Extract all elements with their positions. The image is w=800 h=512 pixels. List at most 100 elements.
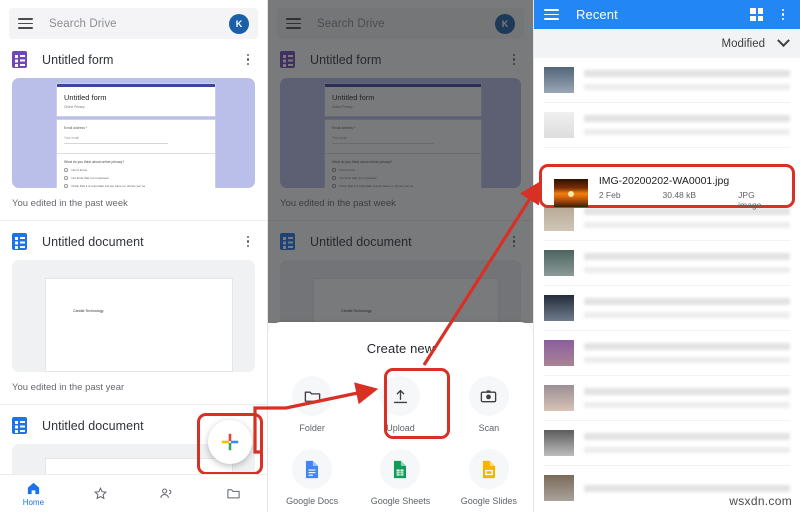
file-meta <box>584 298 790 318</box>
google-docs-icon <box>306 460 319 478</box>
form-email-label: Email address * <box>64 126 88 130</box>
sort-bar[interactable]: Modified <box>534 29 800 58</box>
create-new-bottom-sheet: Create new Folder Upload Scan Google Doc… <box>268 322 533 512</box>
file-thumbnail <box>544 430 574 456</box>
file-meta: IMG-20200202-WA0001.jpg 2 Feb 30.48 kB J… <box>599 175 780 210</box>
file-title: Untitled form <box>42 52 114 67</box>
form-option: I do think that it is important <box>64 176 208 180</box>
file-title: Untitled document <box>42 234 144 249</box>
action-google-docs[interactable]: Google Docs <box>268 443 356 512</box>
panel-file-picker-recent: Recent Modified IMG-20200202-WA0001.jpg … <box>534 0 800 512</box>
radio-icon <box>64 168 68 172</box>
sheet-title: Create new <box>366 341 435 356</box>
file-size: 30.48 kB <box>662 190 697 200</box>
folder-icon <box>304 390 320 402</box>
file-thumbnail <box>544 475 574 501</box>
file-head-form[interactable]: Untitled form <box>0 39 267 78</box>
plus-icon <box>221 433 239 451</box>
file-thumbnail <box>544 340 574 366</box>
radio-icon <box>64 176 68 180</box>
form-thumbnail[interactable]: Untitled form Online Privacy Email addre… <box>12 78 255 188</box>
list-item[interactable] <box>534 58 800 102</box>
google-slides-icon <box>482 460 495 478</box>
more-vert-icon[interactable] <box>241 234 255 250</box>
bottom-navigation: Home <box>0 474 267 512</box>
app-bar: Recent <box>534 0 800 29</box>
doc-thumbnail[interactable]: Candid Technology <box>12 260 255 372</box>
form-option: I don't know <box>64 168 208 172</box>
form-card-email: Email address * Your email <box>57 120 215 153</box>
action-label: Folder <box>299 423 325 433</box>
search-bar[interactable]: Search Drive K <box>9 8 258 39</box>
action-google-slides[interactable]: Google Slides <box>445 443 533 512</box>
file-meta <box>584 70 790 90</box>
action-label: Google Docs <box>286 496 339 506</box>
panel-create-new-sheet: Search Drive K Untitled form Untitled fo… <box>268 0 534 512</box>
radio-icon <box>64 184 68 188</box>
action-scan[interactable]: Scan <box>445 370 533 443</box>
docs-icon <box>12 417 27 434</box>
hamburger-icon[interactable] <box>544 9 559 20</box>
file-thumbnail <box>544 112 574 138</box>
list-item[interactable] <box>534 241 800 285</box>
edited-label: You edited in the past week <box>0 188 267 221</box>
grid-view-icon[interactable] <box>750 8 763 21</box>
list-item-selected[interactable]: IMG-20200202-WA0001.jpg 2 Feb 30.48 kB J… <box>542 167 792 218</box>
list-item[interactable] <box>534 421 800 465</box>
docs-icon <box>12 233 27 250</box>
list-item[interactable] <box>534 331 800 375</box>
file-list[interactable] <box>534 58 800 512</box>
file-meta <box>584 484 790 492</box>
list-item[interactable] <box>534 376 800 420</box>
form-card-question: What do you think about online privacy? … <box>57 154 215 188</box>
list-item[interactable] <box>534 286 800 330</box>
form-question: What do you think about online privacy? <box>64 160 125 164</box>
form-preview-subtitle: Online Privacy <box>64 105 85 109</box>
action-google-sheets[interactable]: Google Sheets <box>356 443 444 512</box>
nav-item-files[interactable] <box>200 486 267 501</box>
scan-camera-icon <box>481 389 497 402</box>
doc-preview-text: Candid Technology <box>73 309 104 313</box>
list-item[interactable] <box>534 103 800 147</box>
file-thumbnail <box>544 295 574 321</box>
watermark: wsxdn.com <box>729 494 792 508</box>
file-thumbnail <box>544 67 574 93</box>
form-preview-title: Untitled form <box>64 93 107 102</box>
nav-item-home[interactable]: Home <box>0 481 67 507</box>
action-label: Scan <box>478 423 500 433</box>
forms-icon <box>12 51 27 68</box>
nav-item-starred[interactable] <box>67 486 134 501</box>
file-meta <box>584 115 790 135</box>
chevron-down-icon[interactable] <box>777 34 790 48</box>
upload-highlight-box <box>384 368 450 439</box>
form-card-header: Untitled form Online Privacy <box>57 84 215 116</box>
action-folder[interactable]: Folder <box>268 370 356 443</box>
file-meta <box>584 343 790 363</box>
create-new-fab[interactable] <box>208 420 252 464</box>
file-meta <box>584 433 790 453</box>
file-date: 2 Feb <box>598 190 621 200</box>
edited-label: You edited in the past year <box>0 372 267 405</box>
folder-icon <box>227 489 240 499</box>
more-vert-icon[interactable] <box>241 52 255 68</box>
action-label: Google Slides <box>460 496 517 506</box>
file-head-doc[interactable]: Untitled document <box>0 221 267 260</box>
page-title: Recent <box>576 7 618 22</box>
file-meta <box>584 253 790 273</box>
avatar[interactable]: K <box>229 13 249 34</box>
file-name: IMG-20200202-WA0001.jpg <box>598 175 730 187</box>
modal-scrim[interactable] <box>268 0 533 323</box>
nav-item-shared[interactable] <box>134 486 201 501</box>
file-thumbnail <box>554 178 588 207</box>
file-meta <box>584 388 790 408</box>
action-label: Google Sheets <box>370 496 431 506</box>
file-thumbnail <box>544 250 574 276</box>
more-vert-icon[interactable] <box>776 7 790 23</box>
star-icon <box>93 487 107 500</box>
sort-label: Modified <box>721 37 765 50</box>
screenshot-root: Search Drive K Untitled form Untitled fo… <box>0 0 800 512</box>
hamburger-icon[interactable] <box>18 18 33 29</box>
home-icon <box>27 482 39 494</box>
search-input[interactable]: Search Drive <box>49 18 229 30</box>
shared-people-icon <box>160 488 172 498</box>
